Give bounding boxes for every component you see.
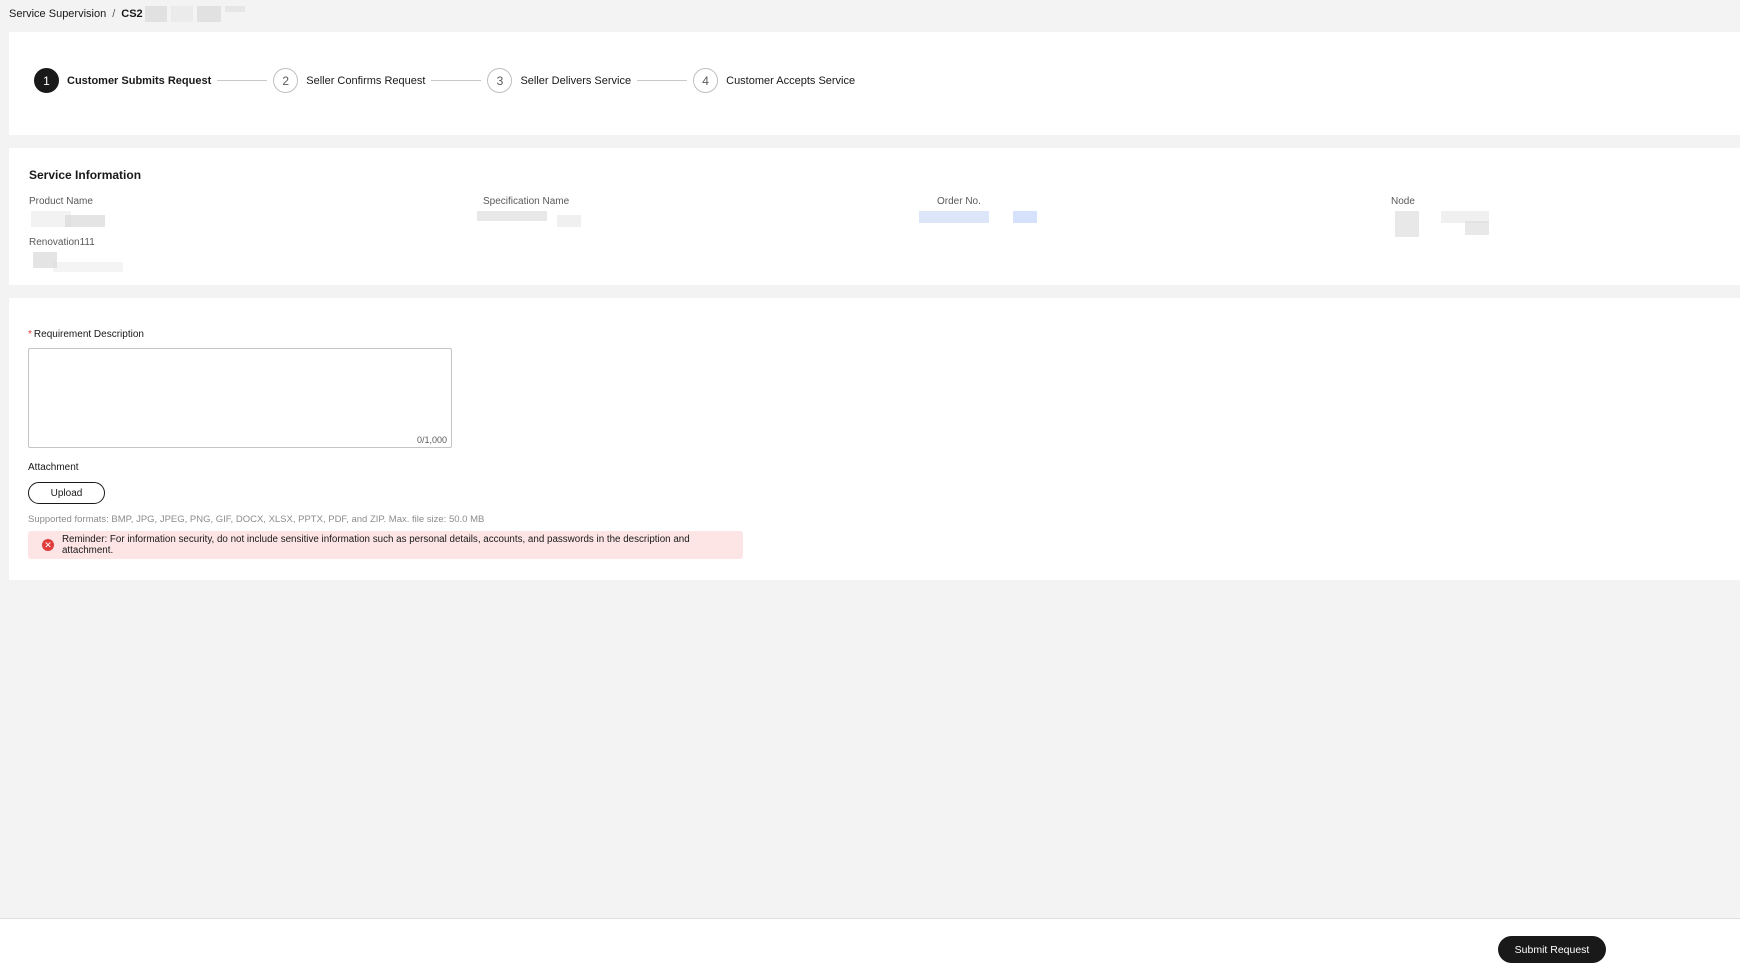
step-label: Seller Confirms Request: [306, 74, 426, 87]
error-icon: ✕: [42, 539, 54, 551]
redacted-value: [919, 211, 1037, 229]
step-label: Seller Delivers Service: [520, 74, 632, 87]
redacted-value: [29, 211, 105, 229]
redacted-value: [1391, 211, 1489, 237]
redacted-value: [29, 252, 123, 272]
step-1: 1 Customer Submits Request: [34, 68, 211, 93]
step-label: Customer Accepts Service: [726, 74, 856, 87]
product-name-field: Product Name: [29, 196, 105, 229]
footer-bar: Submit Request: [0, 918, 1740, 971]
breadcrumb-current: CS2: [121, 8, 143, 20]
step-connector: [217, 80, 268, 81]
required-mark: *: [28, 329, 32, 340]
step-connector: [431, 80, 482, 81]
specification-name-field: Specification Name: [477, 196, 581, 229]
step-4: 4 Customer Accepts Service: [693, 68, 855, 93]
requirement-description-field-wrap: 0/1,000: [28, 348, 452, 448]
order-no-field: Order No.: [919, 196, 1037, 229]
step-number: 4: [693, 68, 719, 93]
breadcrumb-separator: /: [112, 8, 116, 20]
breadcrumb-parent[interactable]: Service Supervision: [9, 8, 106, 20]
step-number: 1: [34, 68, 59, 93]
renovation-field: Renovation111: [29, 237, 123, 272]
breadcrumb: Service Supervision / CS2: [9, 6, 245, 22]
redacted-value: [477, 211, 581, 229]
supported-formats-text: Supported formats: BMP, JPG, JPEG, PNG, …: [28, 514, 485, 525]
submit-request-button[interactable]: Submit Request: [1498, 936, 1606, 963]
field-label: Node: [1391, 196, 1415, 207]
reminder-text: Reminder: For information security, do n…: [61, 534, 690, 556]
step-number: 3: [487, 68, 513, 93]
progress-steps-card: 1 Customer Submits Request 2 Seller Conf…: [9, 32, 1740, 135]
step-number: 2: [273, 68, 299, 93]
step-3: 3 Seller Delivers Service: [487, 68, 631, 93]
char-count: 0/1,000: [416, 435, 447, 445]
section-title: Service Information: [29, 168, 142, 182]
security-reminder-alert: ✕ Reminder: For information security, do…: [28, 531, 743, 559]
redacted-id: [144, 6, 245, 22]
field-label: Specification Name: [483, 196, 570, 207]
requirement-description-textarea[interactable]: [29, 349, 451, 447]
requirement-label-text: Requirement Description: [33, 329, 144, 340]
request-form-card: * Requirement Description 0/1,000 Attachm…: [9, 298, 1740, 580]
service-info-card: Service Information Product Name Specifi…: [9, 148, 1740, 285]
step-label: Customer Submits Request: [67, 74, 212, 87]
attachment-label: Attachment: [28, 462, 79, 473]
field-label: Product Name: [29, 196, 93, 207]
field-label: Renovation111: [29, 237, 95, 248]
node-field: Node: [1391, 196, 1489, 237]
field-label: Order No.: [937, 196, 981, 207]
progress-steps: 1 Customer Submits Request 2 Seller Conf…: [34, 68, 855, 93]
step-connector: [637, 80, 688, 81]
step-2: 2 Seller Confirms Request: [273, 68, 425, 93]
upload-button[interactable]: Upload: [28, 482, 105, 504]
requirement-description-label: * Requirement Description: [28, 329, 144, 340]
